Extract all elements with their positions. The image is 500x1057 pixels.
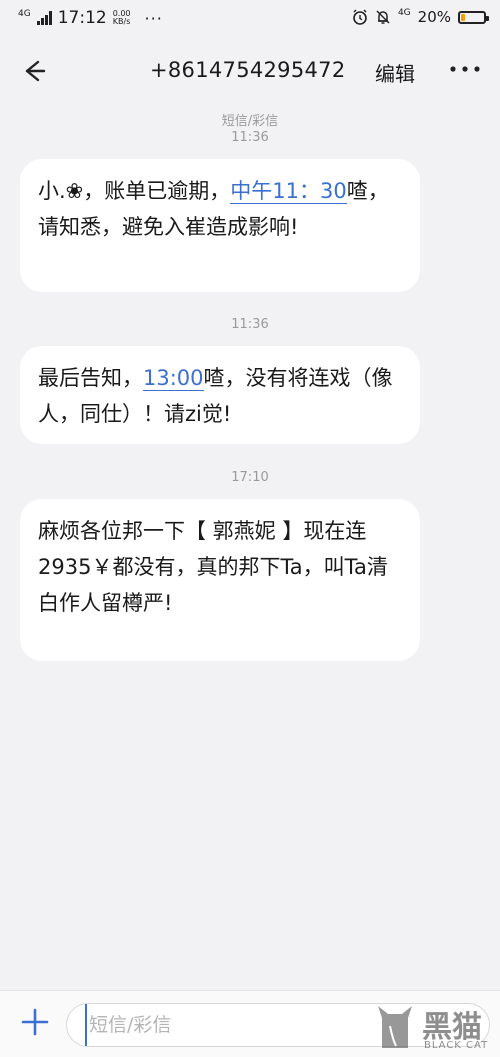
network-speed: 0.00 KB/s [113, 10, 131, 26]
message-timestamp: 11:36 [231, 317, 269, 332]
status-left: 4G 17:12 0.00 KB/s ··· [18, 8, 163, 28]
back-arrow-icon[interactable] [16, 54, 50, 88]
message-text: 麻烦各位邦一下【 郭燕妮 】现在连 2935￥都没有，真的邦下Ta，叫Ta清白作… [38, 519, 388, 615]
message-timestamp: 11:36 [231, 130, 269, 145]
status-time: 17:12 [57, 8, 107, 28]
battery-fill [461, 13, 465, 21]
edit-button[interactable]: 编辑 [375, 58, 415, 87]
plus-icon[interactable] [18, 1005, 52, 1039]
more-notifications: ··· [144, 8, 163, 28]
black-cat-logo-icon [378, 1006, 412, 1048]
status-right: 4G 20% [352, 7, 489, 26]
contact-number: +8614754295472 [150, 58, 346, 82]
black-cat-watermark: 黑猫 BLACK CAT [374, 1000, 494, 1056]
conversation-header: +8614754295472 编辑 [0, 40, 500, 102]
battery-icon [458, 10, 489, 24]
battery-percent: 20% [417, 8, 451, 26]
watermark-en: BLACK CAT [424, 1040, 489, 1051]
network-type-right: 4G [397, 7, 411, 18]
mute-bell-icon [376, 10, 390, 24]
message-input[interactable] [85, 1004, 391, 1046]
speed-unit: KB/s [112, 17, 131, 26]
alarm-clock-icon [353, 9, 367, 25]
message-channel-label: 短信/彩信 [221, 114, 279, 129]
status-bar: 4G 17:12 0.00 KB/s ··· 4G 20% [0, 0, 500, 40]
message-bubble[interactable]: 麻烦各位邦一下【 郭燕妮 】现在连 2935￥都没有，真的邦下Ta，叫Ta清白作… [20, 499, 420, 661]
signal-icon [36, 11, 52, 25]
network-type: 4G [18, 8, 31, 19]
message-text: 最后告知， [38, 366, 143, 390]
time-link[interactable]: 中午11：30 [230, 179, 347, 204]
time-link[interactable]: 13:00 [143, 366, 204, 391]
more-icon[interactable] [448, 54, 482, 84]
message-bubble[interactable]: 小.❀，账单已逾期，中午11：30喳，请知悉，避免入崔造成影响! [20, 159, 420, 292]
message-bubble[interactable]: 最后告知，13:00喳，没有将连戏（像人，同仕）！请zi觉! [20, 346, 420, 444]
message-text: 小.❀，账单已逾期， [38, 179, 231, 203]
message-timestamp: 17:10 [231, 470, 269, 485]
